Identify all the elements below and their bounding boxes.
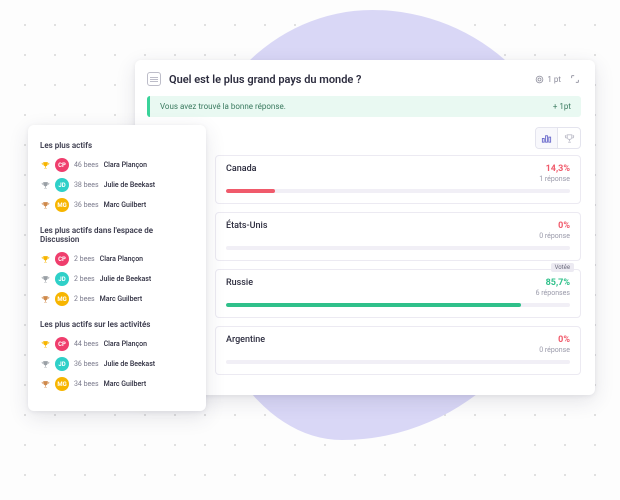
leaderboard-panel: Les plus actifs CP 46 bees Clara Plançon JD 3… (28, 125, 206, 411)
trophy-icon (40, 294, 50, 304)
bees-count: 2 bees (74, 275, 95, 283)
user-name: Marc Guilbert (100, 295, 143, 303)
answer-count: 0 réponse (539, 232, 570, 240)
leaderboard-section-title: Les plus actifs dans l'espace de Discuss… (40, 226, 194, 244)
leaderboard-section-title: Les plus actifs (40, 141, 194, 150)
avatar: JD (55, 357, 69, 371)
answer-count: 0 réponse (539, 346, 570, 354)
trophy-view-button[interactable] (558, 128, 580, 148)
user-name: Marc Guilbert (104, 380, 147, 388)
answer-label: États-Unis (226, 221, 267, 231)
bees-count: 34 bees (74, 380, 99, 388)
trophy-icon (40, 254, 50, 264)
trophy-icon (40, 200, 50, 210)
user-name: Marc Guilbert (104, 201, 147, 209)
leaderboard-row: CP 2 bees Clara Plançon (40, 252, 194, 266)
leaderboard-row: JD 36 bees Julie de Beekast (40, 357, 194, 371)
view-toggle-row (215, 127, 581, 149)
answer-bar (226, 360, 570, 364)
question-title: Quel est le plus grand pays du monde ? (169, 73, 527, 86)
answer-option[interactable]: Argentine 0%0 réponse (215, 326, 581, 375)
bees-count: 38 bees (74, 181, 99, 189)
avatar: JD (55, 272, 69, 286)
trophy-icon (40, 274, 50, 284)
answer-percent: 85,7% (536, 278, 570, 288)
leaderboard-row: JD 38 bees Julie de Beekast (40, 178, 194, 192)
answer-option[interactable]: VotéeRussie85,7%6 réponses (215, 269, 581, 318)
avatar: CP (55, 252, 69, 266)
bees-count: 2 bees (74, 255, 95, 263)
bees-count: 36 bees (74, 201, 99, 209)
answer-percent: 0% (539, 335, 570, 345)
trophy-icon (40, 160, 50, 170)
trophy-icon (40, 379, 50, 389)
success-text: Vous avez trouvé la bonne réponse. (160, 102, 286, 111)
bees-count: 44 bees (74, 340, 99, 348)
leaderboard-row: CP 46 bees Clara Plançon (40, 158, 194, 172)
leaderboard-row: MG 2 bees Marc Guilbert (40, 292, 194, 306)
leaderboard-row: CP 44 bees Clara Plançon (40, 337, 194, 351)
list-icon (147, 72, 161, 86)
leaderboard-row: JD 2 bees Julie de Beekast (40, 272, 194, 286)
trophy-icon (40, 180, 50, 190)
points-badge: 1 pt (535, 75, 561, 84)
bees-count: 36 bees (74, 360, 99, 368)
chart-view-button[interactable] (536, 128, 558, 148)
answer-bar (226, 246, 570, 250)
avatar: MG (55, 377, 69, 391)
avatar: MG (55, 292, 69, 306)
leaderboard-row: MG 36 bees Marc Guilbert (40, 198, 194, 212)
user-name: Julie de Beekast (100, 275, 152, 283)
success-points: + 1pt (553, 102, 571, 111)
bees-count: 46 bees (74, 161, 99, 169)
user-name: Clara Plançon (104, 340, 147, 348)
avatar: CP (55, 158, 69, 172)
points-label: 1 pt (547, 75, 561, 84)
avatar: JD (55, 178, 69, 192)
answer-option[interactable]: Canada 14,3%1 réponse (215, 155, 581, 204)
success-banner: Vous avez trouvé la bonne réponse. + 1pt (147, 96, 581, 117)
answer-list: Canada14,3%1 réponseÉtats-Unis0%0 répons… (215, 155, 581, 375)
avatar: MG (55, 198, 69, 212)
answer-label: Argentine (226, 335, 265, 345)
leaderboard-section-title: Les plus actifs sur les activités (40, 320, 194, 329)
leaderboard-row: MG 34 bees Marc Guilbert (40, 377, 194, 391)
voted-tag: Votée (551, 263, 574, 272)
avatar: CP (55, 337, 69, 351)
answer-count: 1 réponse (539, 175, 570, 183)
user-name: Clara Plançon (100, 255, 143, 263)
answer-option[interactable]: États-Unis 0%0 réponse (215, 212, 581, 261)
answer-count: 6 réponses (536, 289, 570, 297)
user-name: Clara Plançon (104, 161, 147, 169)
answer-percent: 14,3% (539, 164, 570, 174)
answer-bar (226, 303, 570, 307)
answer-bar (226, 189, 570, 193)
user-name: Julie de Beekast (104, 181, 156, 189)
user-name: Julie de Beekast (104, 360, 156, 368)
answer-percent: 0% (539, 221, 570, 231)
answer-label: Canada (226, 164, 257, 174)
question-header: Quel est le plus grand pays du monde ? 1… (147, 72, 581, 86)
trophy-icon (40, 339, 50, 349)
expand-icon[interactable] (569, 73, 581, 85)
answer-label: Russie (226, 278, 253, 288)
trophy-icon (40, 359, 50, 369)
view-toggle (535, 127, 581, 149)
bees-count: 2 bees (74, 295, 95, 303)
